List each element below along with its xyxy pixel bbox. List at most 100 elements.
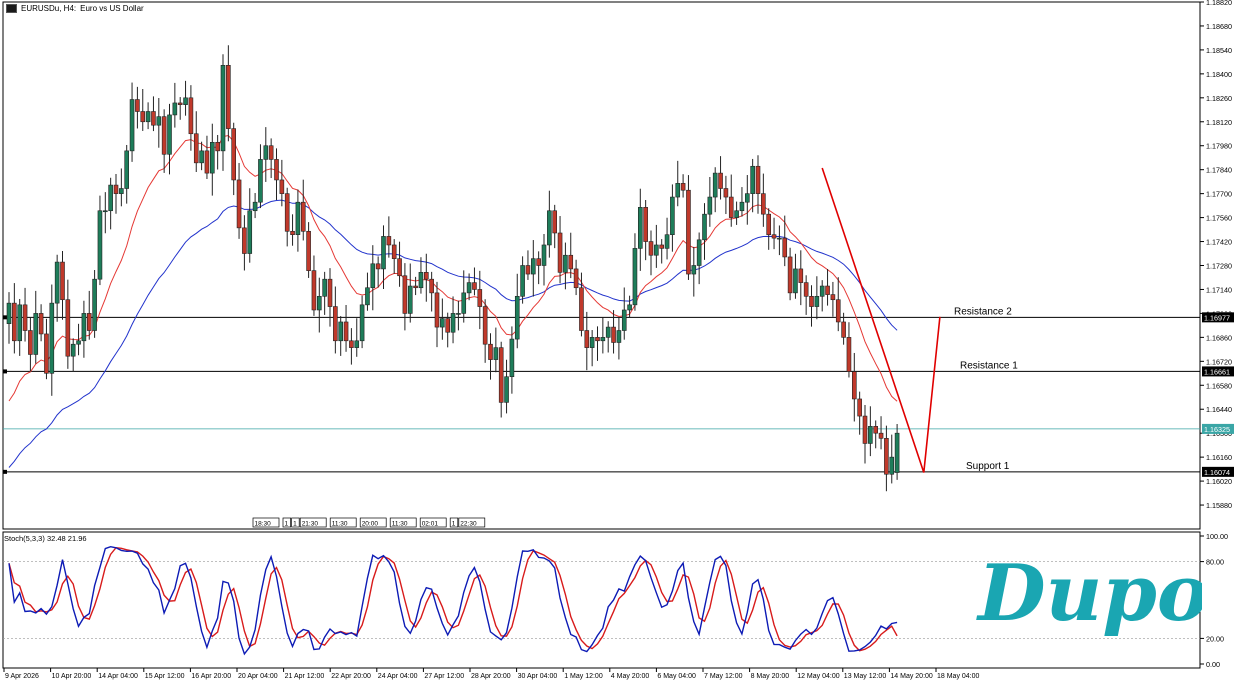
candle-body xyxy=(322,278,327,297)
time-tick-label: 8 May 20:00 xyxy=(751,673,790,680)
price-tick-label: 1.18540 xyxy=(1206,46,1232,55)
candle-body xyxy=(862,415,868,444)
candle-body xyxy=(183,97,188,105)
candle-body xyxy=(177,102,183,105)
candle-body xyxy=(135,99,140,112)
candle-body xyxy=(22,304,28,331)
candle-body xyxy=(161,116,167,155)
candle-body xyxy=(103,210,108,213)
price-tick-label: 1.17280 xyxy=(1206,262,1232,271)
session-tag-text: 20:00 xyxy=(362,521,379,528)
candle-body xyxy=(728,196,734,218)
candle-body xyxy=(327,278,333,307)
chart-window-icon xyxy=(6,4,17,13)
candle-body xyxy=(92,278,97,331)
candle-body xyxy=(723,188,729,198)
time-tick-label: 30 Apr 04:00 xyxy=(518,673,558,680)
candle-body xyxy=(172,102,178,116)
candle-body xyxy=(782,237,788,258)
level-anchor xyxy=(3,469,7,474)
candle-body xyxy=(718,172,723,189)
candle-body xyxy=(520,265,525,297)
symbol-description: Euro vs US Dollar xyxy=(80,4,144,13)
time-tick-label: 18 May 04:00 xyxy=(937,673,980,680)
time-axis: 9 Apr 2026 10 Apr 20:00 14 Apr 04:00 15 Apr… xyxy=(3,668,980,680)
candle-body xyxy=(568,254,574,270)
candle-body xyxy=(884,438,889,475)
time-tick-label: 21 Apr 12:00 xyxy=(285,673,325,680)
time-tick-label: 1 May 12:00 xyxy=(564,673,603,680)
candle-body xyxy=(621,309,627,331)
candle-body xyxy=(659,244,665,249)
stochastic-label: Stoch(5,3,3) 32.48 21.96 xyxy=(4,534,87,543)
candle-body xyxy=(445,318,451,333)
time-tick-label: 12 May 04:00 xyxy=(797,673,840,680)
candle-body xyxy=(129,99,135,152)
candle-body xyxy=(151,111,156,126)
candle-body xyxy=(145,111,151,123)
candle-body xyxy=(97,210,103,280)
candle-body xyxy=(514,295,520,340)
candle-body xyxy=(873,426,879,434)
time-tick-label: 14 Apr 04:00 xyxy=(98,673,138,680)
candle-body xyxy=(413,285,418,289)
session-tag-text: 21:30 xyxy=(302,521,319,528)
candle-body xyxy=(466,282,472,294)
candle-body xyxy=(274,159,279,181)
time-tick-label: 28 Apr 20:00 xyxy=(471,673,511,680)
candle-body xyxy=(552,210,558,234)
candle-body xyxy=(188,97,194,135)
candle-body xyxy=(429,278,434,294)
symbol-label: EURUSDu, H4: xyxy=(21,4,77,13)
candle-body xyxy=(595,337,600,342)
session-tag-text: 1 xyxy=(293,521,297,528)
candle-body xyxy=(579,287,584,331)
time-tick-label: 27 Apr 12:00 xyxy=(424,673,464,680)
candle-body xyxy=(750,165,755,194)
price-tick-label: 1.16160 xyxy=(1206,453,1232,462)
candle-body xyxy=(167,114,172,155)
candle-body xyxy=(333,306,338,342)
candle xyxy=(686,175,691,280)
candle-body xyxy=(878,432,884,439)
candle-body xyxy=(825,285,830,295)
candle-body xyxy=(472,282,477,290)
candle-body xyxy=(830,294,836,301)
candle-body xyxy=(696,239,702,266)
candle-body xyxy=(654,244,659,256)
stoch-tick-label: 0.00 xyxy=(1206,660,1220,669)
price-tick-label: 1.15880 xyxy=(1206,501,1232,510)
candle-body xyxy=(86,313,92,331)
candle-body xyxy=(279,179,285,194)
candle-body xyxy=(252,201,258,212)
time-tick-label: 10 Apr 20:00 xyxy=(52,673,92,680)
candle-body xyxy=(643,207,648,242)
candle-body xyxy=(498,347,504,403)
candle-body xyxy=(386,236,392,246)
candle-body xyxy=(563,254,568,273)
candle-body xyxy=(707,196,713,215)
candle-body xyxy=(76,340,81,345)
candle-body xyxy=(637,207,643,249)
candle-body xyxy=(525,265,531,275)
candle-body xyxy=(777,237,782,240)
candle-body xyxy=(798,268,804,283)
candle-body xyxy=(156,116,162,126)
candle-body xyxy=(402,275,408,314)
candle-body xyxy=(140,111,146,123)
time-tick-label: 20 Apr 04:00 xyxy=(238,673,278,680)
price-tick-label: 1.17980 xyxy=(1206,142,1232,151)
candle-body xyxy=(33,313,39,355)
candle-body xyxy=(766,213,772,236)
candle-body xyxy=(702,213,707,241)
candle-body xyxy=(397,258,402,277)
level-price-tag-text: 1.16661 xyxy=(1204,367,1230,376)
candle-body xyxy=(680,183,686,191)
candle-body xyxy=(814,295,820,307)
candle-body xyxy=(54,261,60,304)
candle-body xyxy=(809,295,814,307)
time-tick-label: 22 Apr 20:00 xyxy=(331,673,371,680)
candle-body xyxy=(242,227,247,254)
candle-body xyxy=(504,376,509,403)
candle-body xyxy=(894,432,900,473)
